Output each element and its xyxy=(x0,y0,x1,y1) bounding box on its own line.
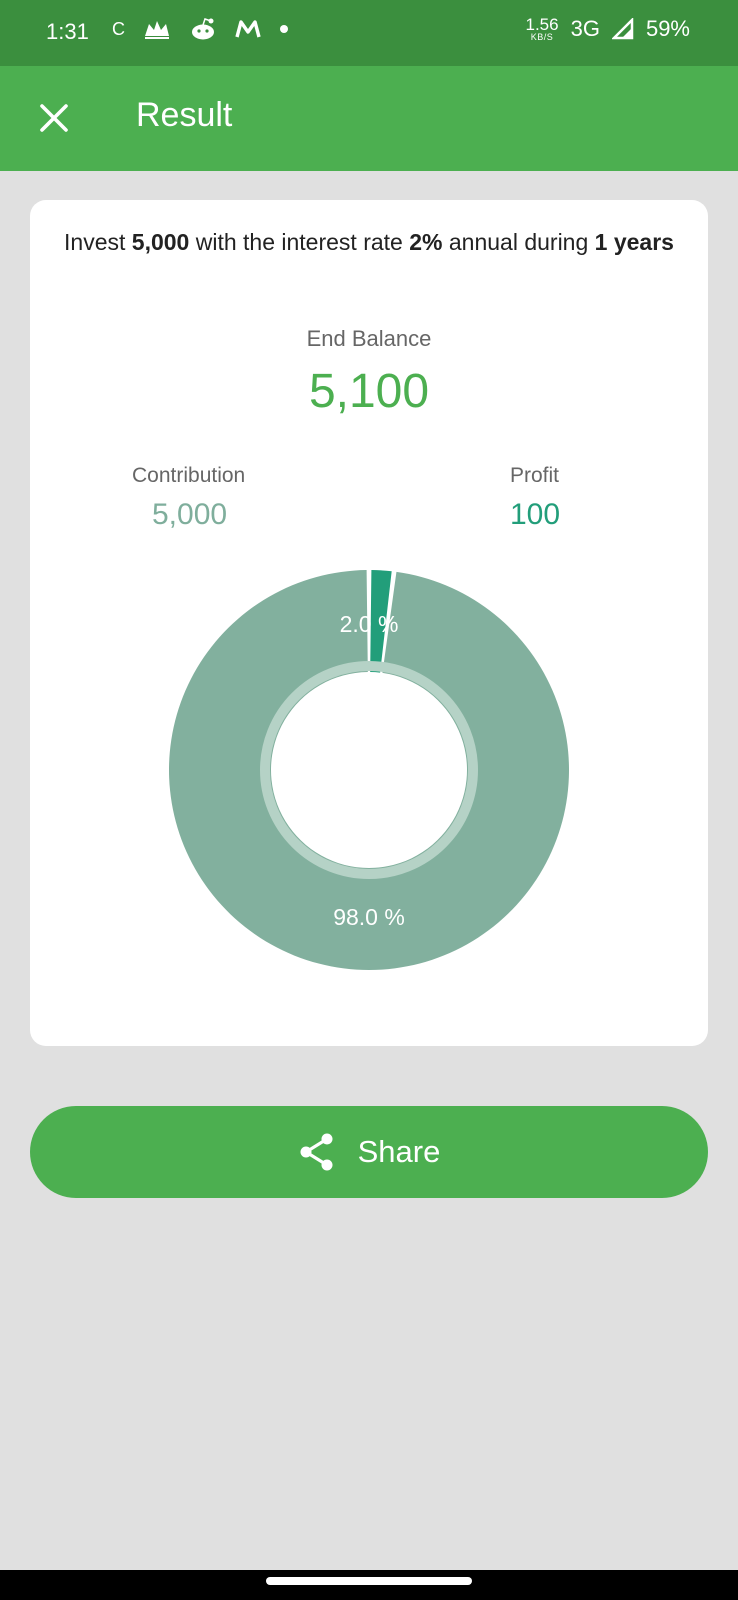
home-handle[interactable] xyxy=(266,1577,472,1585)
navigation-bar xyxy=(0,1570,738,1600)
app-bar: Result xyxy=(0,66,738,171)
notification-icons: C xyxy=(112,17,289,41)
reddit-icon xyxy=(192,18,214,40)
battery-level: 59% xyxy=(645,16,690,41)
summary-amount: 5,000 xyxy=(131,229,190,255)
c-icon: C xyxy=(112,18,125,39)
page-title: Result xyxy=(136,96,233,134)
network-speed-value: 1.56 xyxy=(525,15,559,34)
close-icon[interactable] xyxy=(34,98,74,138)
summary-suffix: annual during xyxy=(442,229,595,255)
share-label: Share xyxy=(357,1134,441,1169)
network-speed: 1.56 KB/S xyxy=(526,16,559,42)
investment-summary: Invest 5,000 with the interest rate 2% a… xyxy=(50,226,688,259)
crown-icon xyxy=(145,21,169,39)
share-icon xyxy=(300,1133,333,1171)
end-balance-label: End Balance xyxy=(306,326,432,351)
donut-inner-ring xyxy=(260,661,478,879)
status-indicators: 1.56 KB/S 3G 59% xyxy=(526,16,691,42)
summary-middle: with the interest rate xyxy=(189,229,410,255)
status-bar: 1:31 C 1.56 KB/S 3G 59% xyxy=(0,0,738,66)
profit-label: Profit xyxy=(510,464,560,487)
m-icon xyxy=(235,20,261,38)
donut-label-profit: 2.0 % xyxy=(340,611,399,637)
status-time: 1:31 xyxy=(46,19,89,44)
donut-chart: 2.0 % 98.0 % xyxy=(169,570,569,970)
share-button[interactable]: Share xyxy=(30,1106,708,1198)
signal-icon xyxy=(611,18,634,40)
result-card: Invest 5,000 with the interest rate 2% a… xyxy=(30,200,708,1046)
network-type: 3G xyxy=(570,16,600,41)
donut-label-contribution: 98.0 % xyxy=(333,904,405,930)
network-speed-unit: KB/S xyxy=(530,32,554,42)
contribution-value: 5,000 xyxy=(152,498,228,531)
end-balance-value: 5,100 xyxy=(308,365,430,418)
summary-rate: 2% xyxy=(409,229,443,255)
dot-icon xyxy=(280,25,288,33)
summary-years: 1 years xyxy=(594,229,674,255)
profit-value: 100 xyxy=(510,498,561,531)
contribution-label: Contribution xyxy=(132,464,246,487)
summary-prefix: Invest xyxy=(64,229,132,255)
